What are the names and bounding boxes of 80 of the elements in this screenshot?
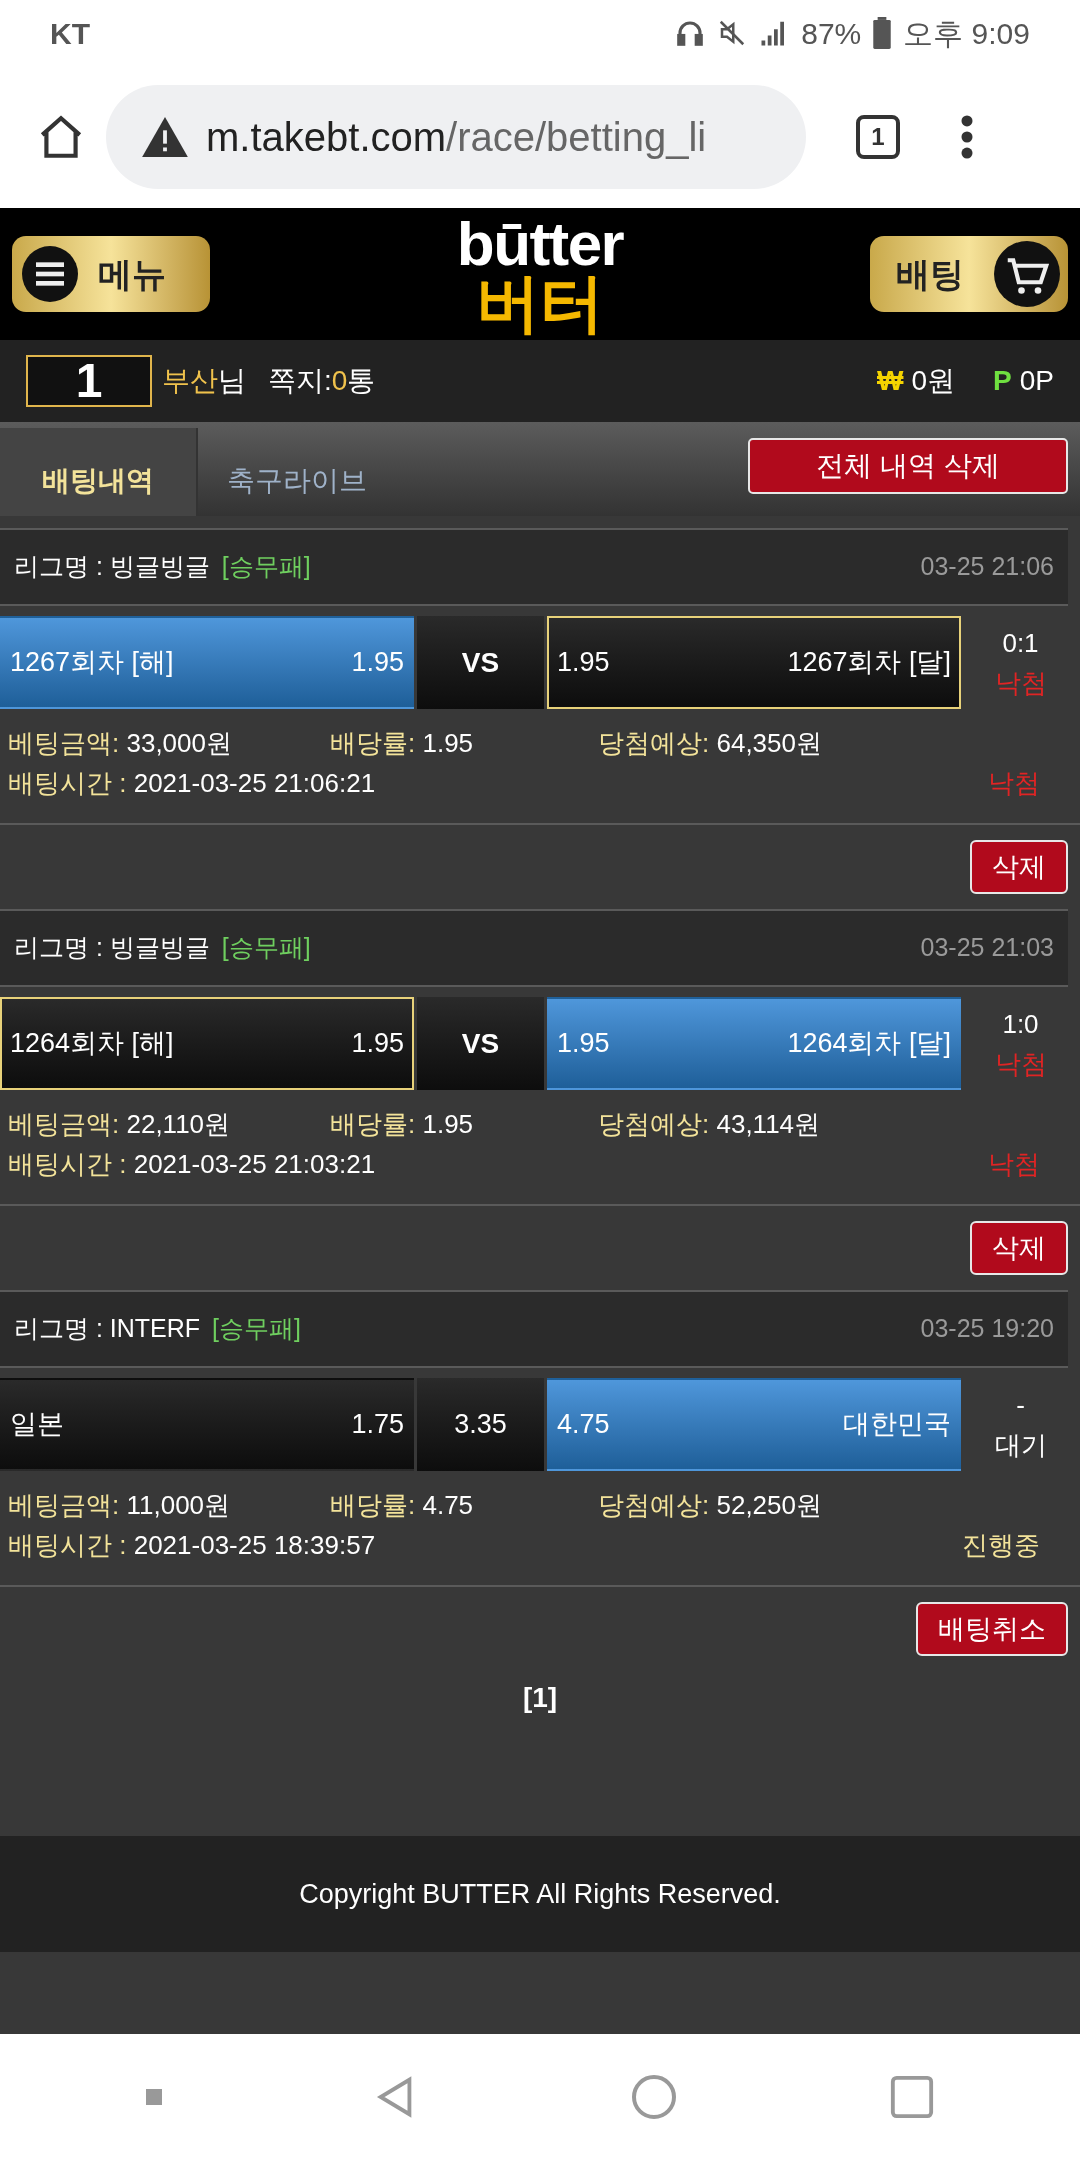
won-icon: ₩ [877, 360, 904, 402]
point-balance: 0P [1019, 364, 1054, 398]
team-odds: 1.95 [557, 646, 610, 680]
team-option[interactable]: 1264회차 [해] 1.95 [0, 997, 414, 1090]
team-name: 1264회차 [해] [10, 1027, 174, 1061]
bet-time: 배팅시간 : 2021-03-25 18:39:57 [8, 1529, 376, 1562]
bet-amount: 베팅금액: 11,000원 [8, 1489, 232, 1522]
bet-time: 배팅시간 : 2021-03-25 21:03:21 [8, 1148, 376, 1181]
battery-icon [873, 17, 892, 49]
bet-amount: 베팅금액: 33,000원 [8, 727, 233, 760]
rank-badge: 1 [26, 355, 152, 407]
team-odds: 1.95 [351, 646, 404, 680]
menu-icon [22, 246, 78, 302]
team-option[interactable]: 4.75 대한민국 [547, 1378, 961, 1471]
score: 0:1 [1002, 626, 1039, 660]
score: 1:0 [1002, 1007, 1039, 1041]
result-label: 낙첨 [994, 666, 1047, 700]
menu-button[interactable]: 메뉴 [12, 236, 210, 312]
team-option[interactable]: 1267회차 [해] 1.95 [0, 616, 414, 709]
team-odds: 1.95 [351, 1027, 404, 1061]
page-number[interactable]: [1] [522, 1677, 558, 1791]
league-name: 리그명 : 빙글빙글 [승무패] [14, 551, 311, 583]
odds-rate: 배당률: 4.75 [330, 1489, 475, 1522]
cart-icon [994, 241, 1060, 307]
team-option[interactable]: 일본 1.75 [0, 1378, 414, 1471]
team-name: 일본 [10, 1408, 64, 1442]
expected-win: 당첨예상: 64,350원 [598, 727, 822, 760]
headphones-icon [675, 18, 706, 48]
team-odds: 4.75 [557, 1408, 610, 1442]
draw-odds: 3.35 [454, 1408, 507, 1442]
user-name: 부산님 [162, 364, 246, 398]
logo: būtter 버터 [456, 213, 624, 335]
team-name: 1264회차 [달] [787, 1027, 951, 1061]
vs-label: VS [461, 645, 500, 680]
delete-button[interactable]: 배팅취소 [916, 1602, 1068, 1656]
bet-time: 배팅시간 : 2021-03-25 21:06:21 [8, 767, 376, 800]
copyright: Copyright BUTTER All Rights Reserved. [299, 1877, 781, 1911]
betting-cart-button[interactable]: 배팅 [870, 236, 1068, 312]
bet-status: 낙첨 [988, 767, 1040, 800]
bet-date: 03-25 21:06 [920, 551, 1054, 583]
battery-level: 87% [801, 15, 862, 52]
delete-button[interactable]: 삭제 [970, 1221, 1068, 1275]
bet-amount: 베팅금액: 22,110원 [8, 1108, 232, 1141]
bet-status: 낙첨 [988, 1148, 1040, 1181]
memo-count[interactable]: 쪽지:0통 [268, 360, 376, 402]
address-bar[interactable]: m.takebt.com/race/betting_li [106, 85, 806, 189]
team-option[interactable]: 1.95 1264회차 [달] [547, 997, 961, 1090]
team-option[interactable]: 1.95 1267회차 [달] [547, 616, 961, 709]
league-name: 리그명 : 빙글빙글 [승무패] [14, 932, 311, 964]
more-icon[interactable] [960, 114, 974, 160]
result-label: 낙첨 [994, 1047, 1047, 1081]
url-text: m.takebt.com/race/betting_li [206, 114, 707, 161]
expected-win: 당첨예상: 52,250원 [598, 1489, 822, 1522]
league-name: 리그명 : INTERF [승무패] [14, 1313, 301, 1345]
delete-all-button[interactable]: 전체 내역 삭제 [748, 438, 1068, 494]
team-odds: 1.95 [557, 1027, 610, 1061]
odds-rate: 배당률: 1.95 [330, 727, 475, 760]
result-label: 대기 [994, 1428, 1047, 1462]
bet-status: 진행중 [962, 1529, 1040, 1562]
score: - [1016, 1388, 1025, 1422]
delete-button[interactable]: 삭제 [970, 840, 1068, 894]
team-name: 대한민국 [843, 1408, 951, 1442]
odds-rate: 배당률: 1.95 [330, 1108, 475, 1141]
team-name: 1267회차 [해] [10, 646, 174, 680]
expected-win: 당첨예상: 43,114원 [598, 1108, 821, 1141]
recent-apps-icon[interactable] [888, 2074, 935, 2120]
warning-icon [142, 117, 188, 157]
home-circle-icon[interactable] [629, 2073, 678, 2121]
tab[interactable]: 축구라이브 [198, 428, 396, 516]
team-name: 1267회차 [달] [787, 646, 951, 680]
team-odds: 1.75 [351, 1408, 404, 1442]
tab-count[interactable]: 1 [856, 115, 900, 159]
carrier: KT [50, 15, 90, 52]
point-icon: P [993, 360, 1012, 402]
vs-label: VS [461, 1026, 500, 1061]
bet-date: 03-25 19:20 [920, 1313, 1054, 1345]
money-balance: 0원 [911, 364, 956, 398]
tab[interactable]: 배팅내역 [0, 428, 198, 516]
clock: 오후 9:09 [903, 15, 1030, 52]
bet-date: 03-25 21:03 [920, 932, 1054, 964]
